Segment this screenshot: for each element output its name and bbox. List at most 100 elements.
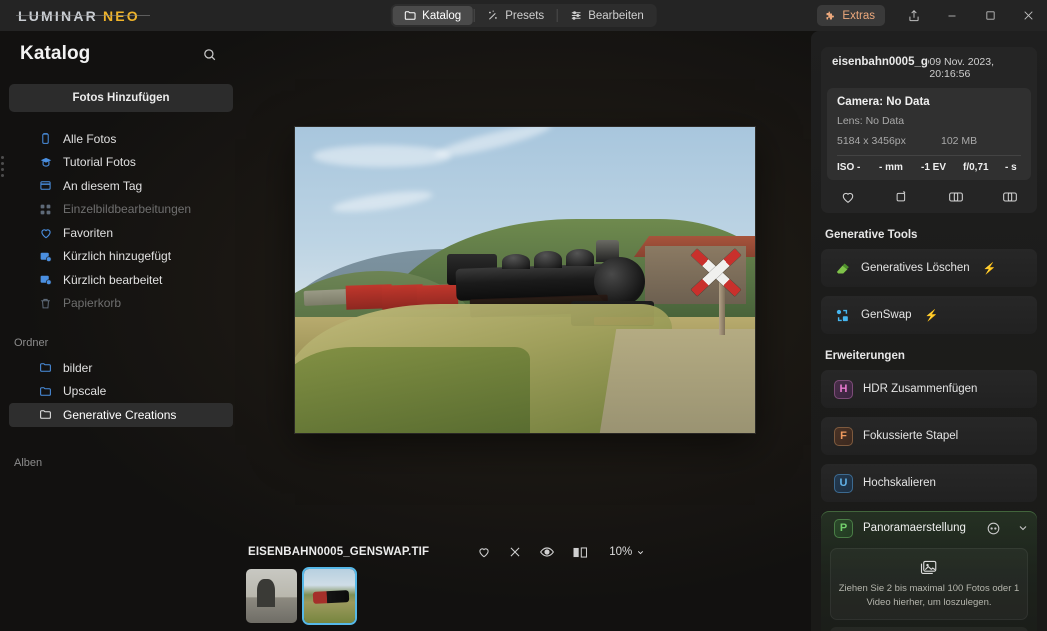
upscale-badge-icon: U bbox=[834, 473, 853, 493]
close-icon[interactable] bbox=[508, 545, 522, 559]
eraser-icon bbox=[834, 260, 851, 277]
folder-icon bbox=[38, 408, 53, 421]
sidebar-item-einzelbildbearbeitungen[interactable]: Einzelbildbearbeitungen bbox=[9, 198, 233, 222]
eye-icon[interactable] bbox=[539, 544, 555, 560]
tab-bearbeiten[interactable]: Bearbeiten bbox=[558, 6, 655, 25]
calendar-icon bbox=[38, 179, 53, 192]
bolt-icon: ⚡ bbox=[924, 309, 939, 322]
folder-item-upscale[interactable]: Upscale bbox=[9, 380, 233, 404]
folder-icon bbox=[38, 361, 53, 374]
tab-katalog[interactable]: Katalog bbox=[392, 6, 473, 25]
panorama-drop-text: Ziehen Sie 2 bis maximal 100 Fotos oder … bbox=[838, 582, 1020, 608]
albums-header: Alben bbox=[14, 456, 43, 469]
sidebar-item-label: Kürzlich bearbeitet bbox=[63, 272, 163, 287]
extension-hochskalieren[interactable]: U Hochskalieren bbox=[821, 464, 1037, 502]
close-icon[interactable] bbox=[1009, 0, 1047, 31]
sidebar-item-label: Kürzlich hinzugefügt bbox=[63, 249, 172, 264]
share-icon[interactable] bbox=[895, 0, 933, 31]
extras-button[interactable]: Extras bbox=[817, 5, 885, 26]
luminar-neo-window: LUMINAR NEO Katalog Presets Bearbeiten E… bbox=[0, 0, 1047, 631]
folder-icon bbox=[403, 9, 416, 22]
sidebar-item-tutorial-fotos[interactable]: Tutorial Fotos bbox=[9, 151, 233, 175]
chevron-down-icon bbox=[636, 548, 645, 557]
panorama-start-button[interactable]: Start bbox=[830, 627, 1028, 631]
extensions-header: Erweiterungen bbox=[825, 350, 905, 362]
extension-panoramaerstellung[interactable]: P Panoramaerstellung Ziehen Sie 2 bis ma… bbox=[821, 511, 1037, 631]
sidebar-item-favoriten[interactable]: Favoriten bbox=[9, 221, 233, 245]
copy-icon[interactable] bbox=[1002, 190, 1018, 204]
zoom-level-value: 10% bbox=[609, 546, 633, 558]
metadata-shutter-speed: - s bbox=[1005, 162, 1017, 173]
sidebar-item-an-diesem-tag[interactable]: An diesem Tag bbox=[9, 174, 233, 198]
search-icon[interactable] bbox=[198, 43, 220, 65]
folder-item-bilder[interactable]: bilder bbox=[9, 356, 233, 380]
panorama-dropzone[interactable]: Ziehen Sie 2 bis maximal 100 Fotos oder … bbox=[830, 548, 1028, 620]
focus-stack-badge-icon: F bbox=[834, 426, 853, 446]
tab-presets[interactable]: Presets bbox=[475, 6, 555, 25]
graduation-cap-icon bbox=[38, 155, 53, 169]
rotate-icon[interactable] bbox=[894, 189, 909, 204]
metadata-focal-length: - mm bbox=[879, 162, 903, 173]
photo-steam-train bbox=[295, 127, 755, 433]
recent-added-icon bbox=[38, 250, 53, 263]
folders-list: bilder Upscale Generative Creations bbox=[0, 356, 242, 427]
sidebar-item-alle-fotos[interactable]: Alle Fotos bbox=[9, 127, 233, 151]
folder-item-label: Generative Creations bbox=[63, 407, 177, 422]
photo-preview[interactable] bbox=[295, 127, 755, 433]
title-bar: LUMINAR NEO Katalog Presets Bearbeiten E… bbox=[0, 0, 1047, 31]
heart-icon bbox=[38, 226, 53, 240]
sidebar-item-kuerzlich-hinzugefuegt[interactable]: Kürzlich hinzugefügt bbox=[9, 245, 233, 269]
maximize-icon[interactable] bbox=[971, 0, 1009, 31]
duplicate-icon[interactable] bbox=[948, 190, 964, 204]
sidebar-item-label: Einzelbildbearbeitungen bbox=[63, 202, 192, 217]
window-controls: Extras bbox=[817, 0, 1047, 31]
folder-item-label: Upscale bbox=[63, 384, 107, 399]
add-photos-button[interactable]: Fotos Hinzufügen bbox=[9, 84, 233, 112]
puzzle-icon bbox=[824, 10, 836, 22]
chevron-down-icon[interactable] bbox=[1017, 522, 1029, 534]
folder-icon bbox=[38, 385, 53, 398]
sidebar-item-kuerzlich-bearbeitet[interactable]: Kürzlich bearbeitet bbox=[9, 268, 233, 292]
sliders-icon bbox=[569, 9, 582, 22]
extras-label: Extras bbox=[842, 9, 875, 22]
filmstrip-toolbar: EISENBAHN0005_GENSWAP.TIF 10% bbox=[242, 539, 811, 565]
metadata-header: eisenbahn0005_gen 09 Nov. 2023, 20:16:56 bbox=[821, 56, 1037, 88]
tool-genswap[interactable]: GenSwap ⚡ bbox=[821, 296, 1037, 334]
metadata-exposure-value: -1 EV bbox=[921, 162, 947, 173]
recent-edited-icon bbox=[38, 273, 53, 286]
panorama-header: P Panoramaerstellung bbox=[821, 511, 1037, 545]
extension-label: HDR Zusammenfügen bbox=[863, 383, 978, 395]
photos-stack-icon bbox=[38, 132, 53, 145]
extension-fokussierte-stapel[interactable]: F Fokussierte Stapel bbox=[821, 417, 1037, 455]
metadata-date: 09 Nov. 2023, 20:16:56 bbox=[929, 56, 995, 80]
sidebar-drag-handle[interactable] bbox=[1, 156, 5, 182]
sidebar-item-papierkorb[interactable]: Papierkorb bbox=[9, 292, 233, 316]
heart-icon[interactable] bbox=[477, 545, 491, 559]
tool-label: GenSwap bbox=[861, 309, 912, 321]
genswap-icon bbox=[834, 307, 851, 324]
logo-strikethrough bbox=[16, 15, 150, 16]
tool-generatives-loeschen[interactable]: Generatives Löschen ⚡ bbox=[821, 249, 1037, 287]
tab-divider-1 bbox=[473, 9, 475, 22]
folders-header: Ordner bbox=[14, 337, 49, 349]
thumbnail-steam-train[interactable] bbox=[302, 567, 357, 625]
zoom-level-selector[interactable]: 10% bbox=[609, 546, 645, 558]
tab-divider-2 bbox=[556, 9, 558, 22]
sidebar-header: Katalog bbox=[0, 31, 242, 65]
metadata-lens: Lens: No Data bbox=[837, 115, 905, 127]
metadata-body: Camera: No Data Lens: No Data 5184 x 345… bbox=[827, 88, 1031, 180]
compare-split-icon[interactable] bbox=[572, 546, 588, 559]
folder-item-generative-creations[interactable]: Generative Creations bbox=[9, 403, 233, 427]
tab-bearbeiten-label: Bearbeiten bbox=[588, 9, 644, 22]
more-options-icon[interactable] bbox=[986, 521, 1001, 536]
extension-label: Fokussierte Stapel bbox=[863, 430, 959, 442]
sidebar-item-label: Papierkorb bbox=[63, 296, 122, 311]
page-title: Katalog bbox=[20, 43, 91, 64]
minimize-icon[interactable] bbox=[933, 0, 971, 31]
heart-icon[interactable] bbox=[840, 189, 856, 205]
sidebar-item-label: An diesem Tag bbox=[63, 178, 143, 193]
thumbnail-strip bbox=[246, 567, 357, 625]
thumbnail-building[interactable] bbox=[246, 569, 297, 623]
current-filename: EISENBAHN0005_GENSWAP.TIF bbox=[248, 546, 430, 558]
extension-hdr-zusammenfuegen[interactable]: H HDR Zusammenfügen bbox=[821, 370, 1037, 408]
